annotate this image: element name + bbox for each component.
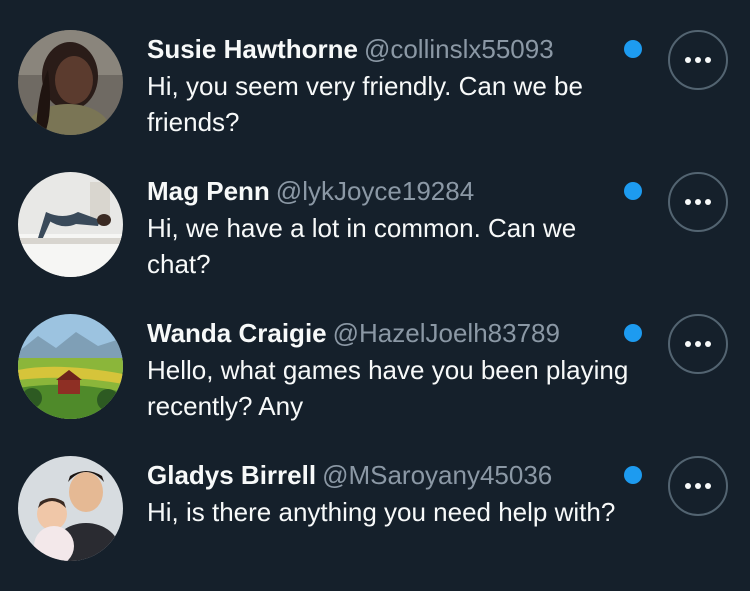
message-preview: Hi, you seem very friendly. Can we be fr… — [147, 71, 583, 137]
dot-icon — [695, 483, 701, 489]
avatar[interactable] — [18, 314, 123, 419]
message-preview: Hi, is there anything you need help with… — [147, 497, 616, 527]
sender-handle: @MSaroyany45036 — [322, 460, 553, 490]
sender-name: Wanda Craigie — [147, 318, 327, 348]
dot-icon — [685, 199, 691, 205]
sender-line: Wanda Craigie @HazelJoelh83789 — [147, 317, 560, 349]
unread-dot-icon — [624, 182, 642, 200]
message-preview: Hi, we have a lot in common. Can we chat… — [147, 213, 577, 279]
unread-dot-icon — [624, 466, 642, 484]
avatar[interactable] — [18, 30, 123, 135]
countryside-landscape-avatar — [18, 314, 123, 419]
sender-handle: @collinslx55093 — [363, 34, 554, 64]
dot-icon — [685, 341, 691, 347]
avatar[interactable] — [18, 172, 123, 277]
dot-icon — [685, 57, 691, 63]
woman-portrait-avatar — [18, 30, 123, 135]
more-options-button[interactable] — [668, 456, 728, 516]
dot-icon — [705, 341, 711, 347]
dot-icon — [695, 199, 701, 205]
message-row[interactable]: Gladys Birrell @MSaroyany45036 Hi, is the… — [0, 426, 750, 568]
sender-line: Gladys Birrell @MSaroyany45036 — [147, 459, 552, 491]
message-row[interactable]: Susie Hawthorne @collinslx55093 Hi, you s… — [0, 0, 750, 142]
message-preview: Hello, what games have you been playing … — [147, 355, 629, 421]
message-request-list: Susie Hawthorne @collinslx55093 Hi, you s… — [0, 0, 750, 591]
sender-name: Gladys Birrell — [147, 460, 317, 490]
sender-line: Mag Penn @lykJoyce19284 — [147, 175, 474, 207]
more-options-button[interactable] — [668, 30, 728, 90]
message-row[interactable]: Mag Penn @lykJoyce19284 Hi, we have a lot… — [0, 142, 750, 284]
dot-icon — [695, 341, 701, 347]
sender-line: Susie Hawthorne @collinslx55093 — [147, 33, 554, 65]
sender-name: Mag Penn — [147, 176, 270, 206]
avatar[interactable] — [18, 456, 123, 561]
sender-name: Susie Hawthorne — [147, 34, 358, 64]
man-with-baby-avatar — [18, 456, 123, 561]
woman-on-bed-avatar — [18, 172, 123, 277]
unread-dot-icon — [624, 324, 642, 342]
dot-icon — [705, 483, 711, 489]
dot-icon — [695, 57, 701, 63]
sender-handle: @lykJoyce19284 — [275, 176, 475, 206]
unread-dot-icon — [624, 40, 642, 58]
more-options-button[interactable] — [668, 314, 728, 374]
dot-icon — [705, 57, 711, 63]
dot-icon — [685, 483, 691, 489]
message-row[interactable]: Wanda Craigie @HazelJoelh83789 Hello, wha… — [0, 284, 750, 426]
more-options-button[interactable] — [668, 172, 728, 232]
dot-icon — [705, 199, 711, 205]
sender-handle: @HazelJoelh83789 — [332, 318, 560, 348]
